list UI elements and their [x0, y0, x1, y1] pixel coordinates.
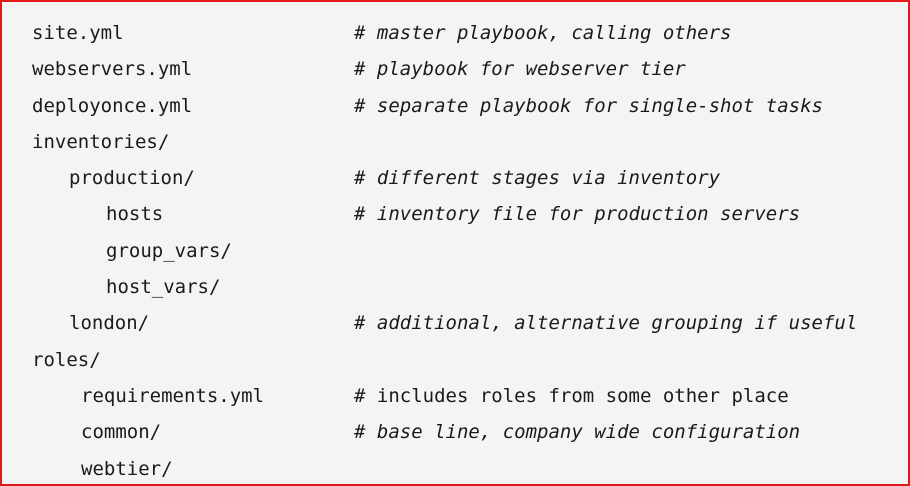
file-path: site.yml [32, 22, 124, 44]
code-comment: # includes roles from some other place [354, 384, 789, 407]
code-line: hosts # inventory file for production se… [32, 196, 908, 232]
directory-path: london/ [69, 312, 150, 335]
code-line: host_vars/ [32, 269, 908, 305]
code-comment: # different stages via inventory [354, 167, 721, 190]
code-line: inventories/ [32, 124, 908, 160]
code-line: roles/ [32, 342, 908, 378]
code-comment: # inventory file for production servers [354, 203, 801, 226]
code-line: common/ # base line, company wide config… [32, 414, 908, 450]
code-line: webtier/ [32, 451, 908, 484]
code-comment: # playbook for webserver tier [354, 58, 686, 81]
code-comment: # additional, alternative grouping if us… [354, 312, 858, 335]
code-comment: # separate playbook for single-shot task… [354, 94, 823, 117]
code-listing-frame: site.yml # master playbook, calling othe… [0, 0, 910, 486]
code-line: site.yml # master playbook, calling othe… [32, 15, 908, 51]
code-line: webservers.yml # playbook for webserver … [32, 51, 908, 87]
directory-path: host_vars/ [106, 276, 221, 299]
code-comment: # master playbook, calling others [354, 22, 732, 44]
file-path: hosts [106, 203, 164, 226]
file-path: requirements.yml [81, 384, 265, 407]
directory-path: group_vars/ [106, 239, 232, 262]
directory-path: roles/ [32, 348, 101, 371]
directory-path: inventories/ [32, 130, 170, 153]
directory-path: common/ [81, 421, 162, 444]
directory-layout-code-block: site.yml # master playbook, calling othe… [32, 15, 908, 484]
code-line: london/ # additional, alternative groupi… [32, 305, 908, 341]
code-line: deployonce.yml # separate playbook for s… [32, 88, 908, 124]
file-path: deployonce.yml [32, 94, 193, 117]
code-comment: # base line, company wide configuration [354, 421, 801, 444]
file-path: webservers.yml [32, 58, 193, 81]
code-line: group_vars/ [32, 233, 908, 269]
code-line: requirements.yml # includes roles from s… [32, 378, 908, 414]
code-line: production/ # different stages via inven… [32, 160, 908, 196]
directory-path: production/ [69, 167, 195, 190]
directory-path: webtier/ [81, 457, 173, 480]
